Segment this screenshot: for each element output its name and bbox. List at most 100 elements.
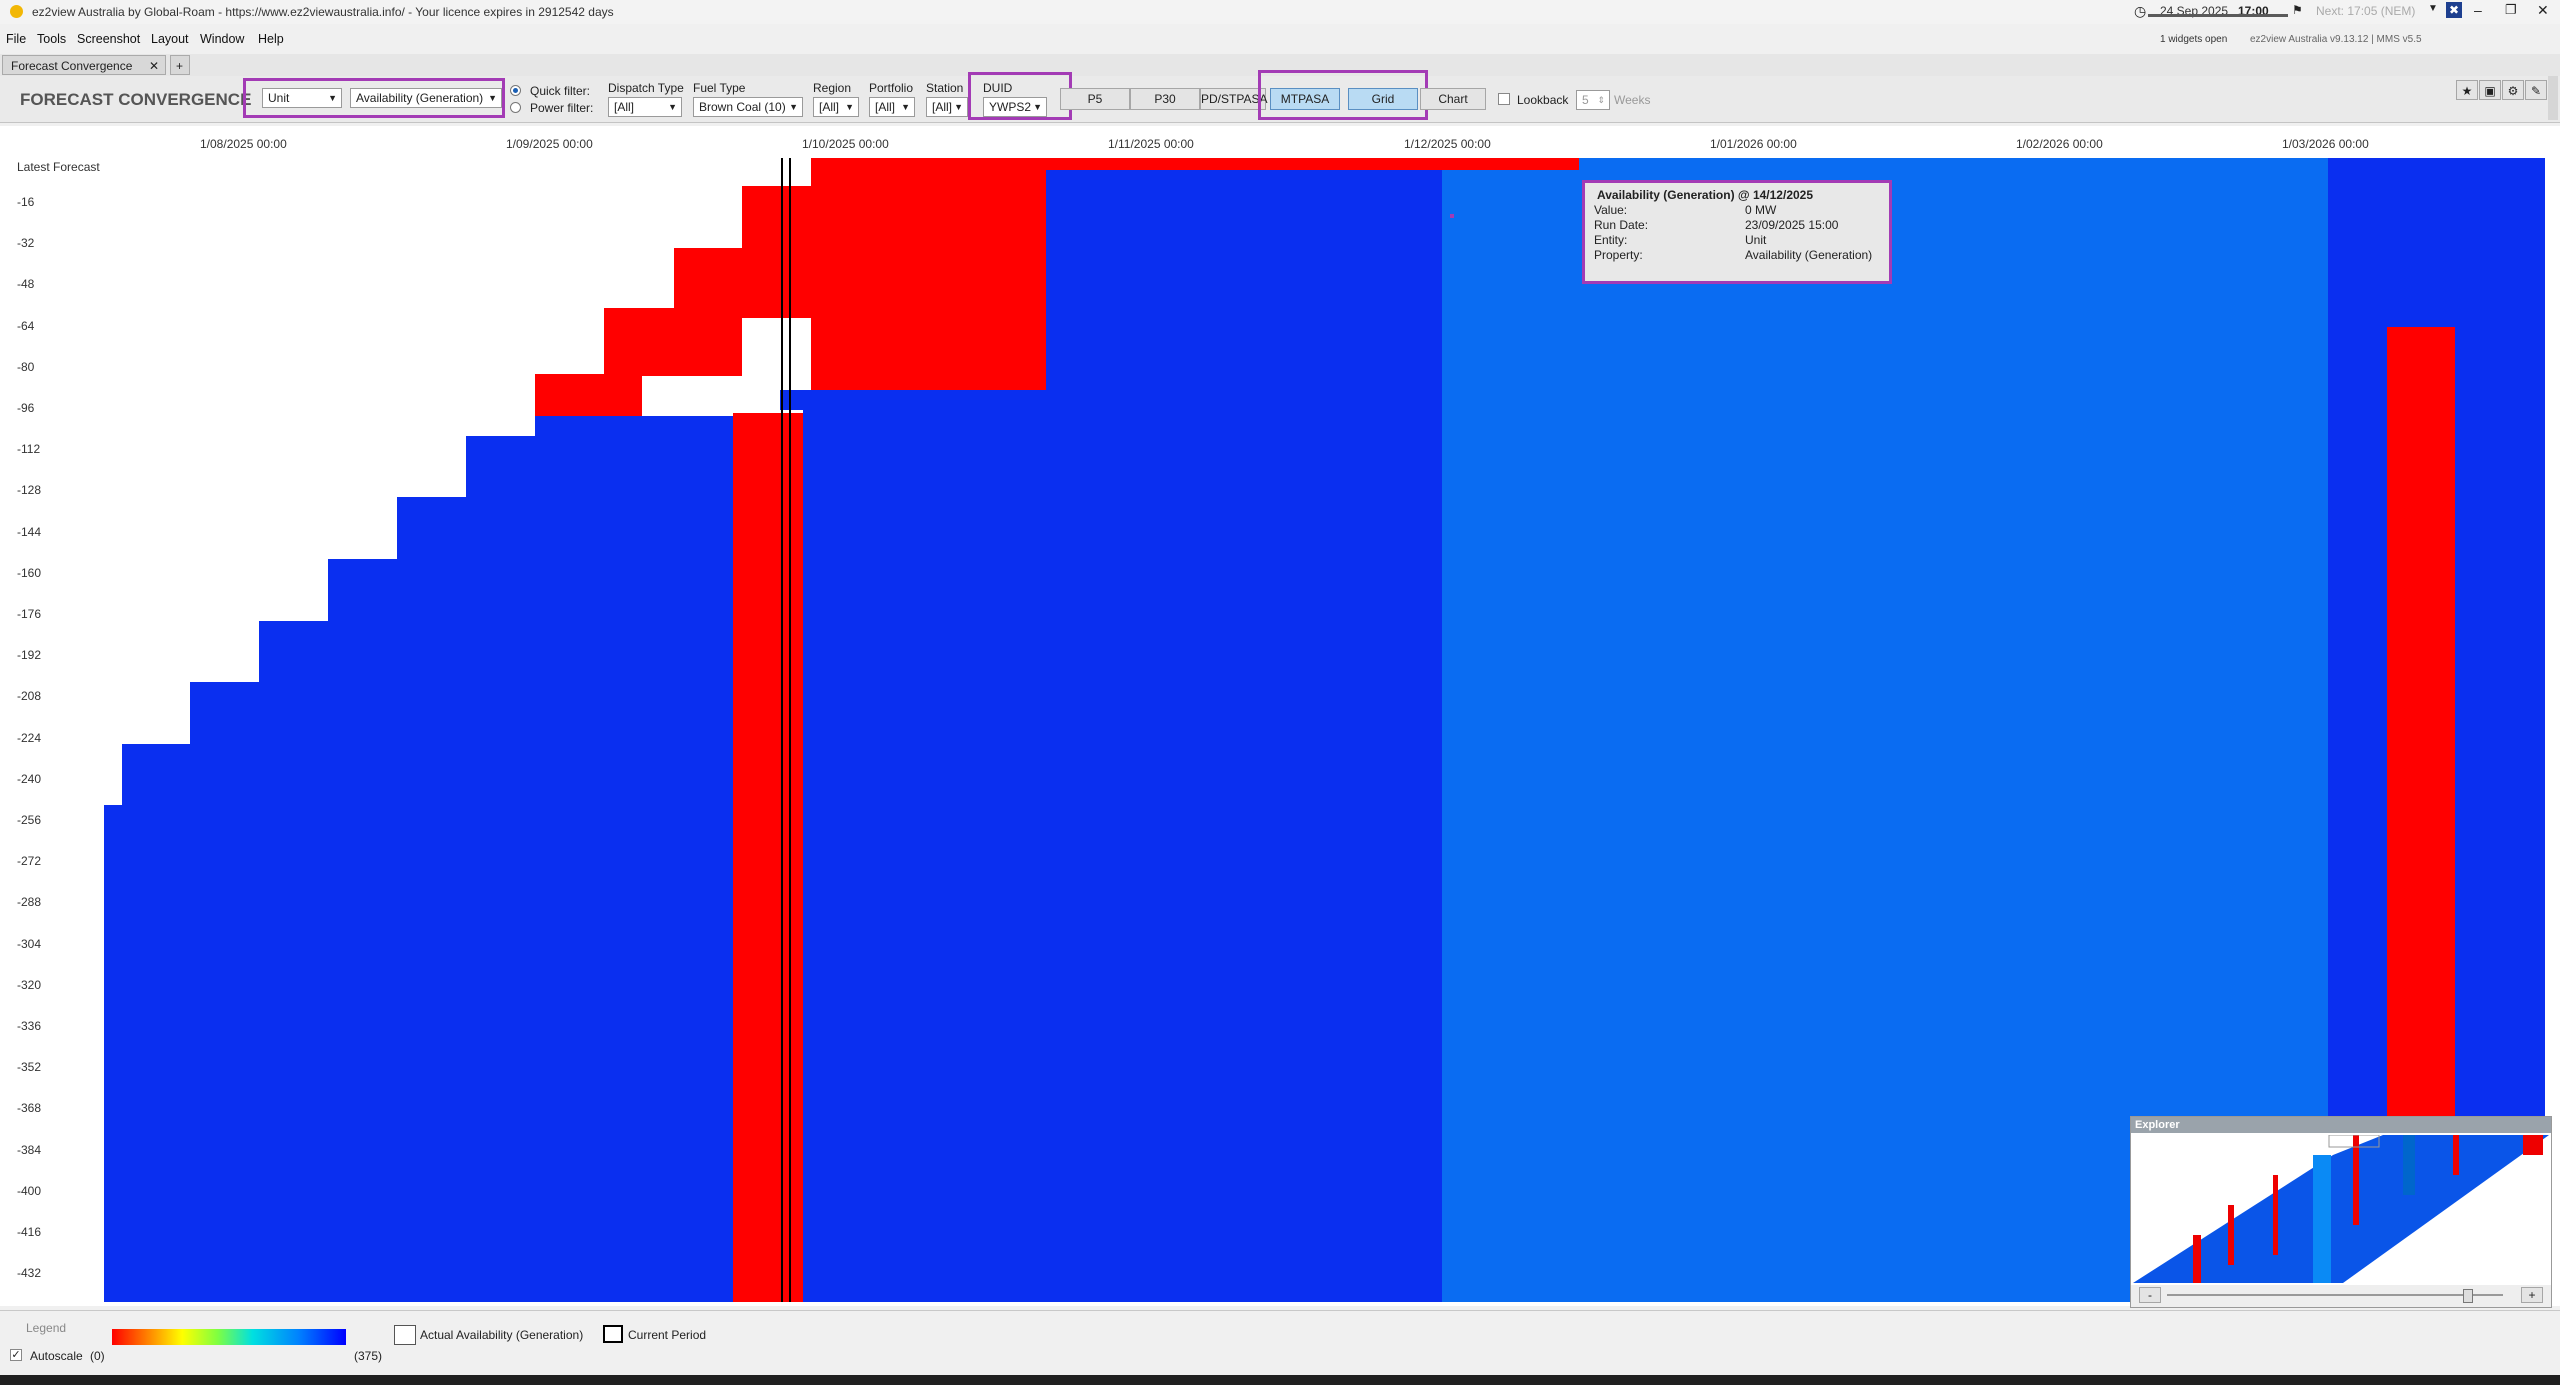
- tooltip-key: Entity:: [1594, 233, 1628, 247]
- x-tick-label: 1/11/2025 00:00: [1108, 137, 1194, 151]
- heatmap-cell[interactable]: [397, 497, 466, 1302]
- menu-file[interactable]: File: [6, 32, 26, 46]
- chevron-down-icon: ▼: [901, 102, 910, 112]
- menu-tools[interactable]: Tools: [37, 32, 66, 46]
- region-select[interactable]: [All] ▼: [813, 97, 859, 117]
- heatmap-cell[interactable]: [780, 390, 803, 410]
- current-period-line[interactable]: [781, 158, 783, 1302]
- current-period-line[interactable]: [789, 158, 791, 1302]
- camera-icon[interactable]: ▣: [2479, 80, 2501, 100]
- tooltip-value: Unit: [1745, 233, 1767, 247]
- legend-max: (375): [354, 1349, 383, 1363]
- heatmap-cell[interactable]: [811, 158, 1579, 170]
- heatmap-cell[interactable]: [328, 559, 397, 1302]
- heatmap-cell[interactable]: [1579, 158, 2328, 170]
- widget-title: FORECAST CONVERGENCE: [20, 90, 252, 109]
- fuel-type-select[interactable]: Brown Coal (10) ▼: [693, 97, 803, 117]
- quick-filter-radio[interactable]: [510, 85, 521, 96]
- heatmap-cell[interactable]: [104, 805, 122, 1302]
- menu-bar: File Tools Screenshot Layout Window Help…: [0, 28, 2560, 50]
- close-icon[interactable]: ✕: [2537, 2, 2549, 19]
- comment-icon[interactable]: ✎: [2525, 80, 2547, 100]
- minimize-icon[interactable]: –: [2474, 2, 2482, 18]
- heatmap-cell[interactable]: [535, 374, 642, 416]
- region-label: Region: [813, 81, 852, 95]
- heatmap-cell[interactable]: [190, 682, 259, 1302]
- station-select[interactable]: [All] ▼: [926, 97, 968, 117]
- heatmap-cell[interactable]: [122, 744, 190, 1302]
- autoscale-checkbox[interactable]: ✓: [10, 1349, 22, 1361]
- actual-availability-swatch[interactable]: [394, 1325, 416, 1345]
- pd-stpasa-button[interactable]: PD/STPASA: [1200, 88, 1267, 110]
- settings-gear-icon[interactable]: ⚙: [2502, 80, 2524, 100]
- favourite-star-icon[interactable]: ★: [2456, 80, 2478, 100]
- y-tick-label: -144: [17, 524, 42, 539]
- menu-layout[interactable]: Layout: [151, 32, 189, 46]
- heatmap-cell[interactable]: [850, 390, 1046, 1302]
- chart-button[interactable]: Chart: [1420, 88, 1486, 110]
- menu-help[interactable]: Help: [258, 32, 284, 46]
- clock-icon: ◷: [2134, 3, 2147, 19]
- restore-icon[interactable]: ❐: [2505, 2, 2517, 18]
- y-tick-label: -64: [17, 318, 35, 333]
- explorer-minimap[interactable]: [2133, 1135, 2549, 1283]
- tab-close-icon[interactable]: ✕: [149, 56, 159, 76]
- current-period-swatch[interactable]: [603, 1325, 623, 1343]
- zoom-slider-thumb[interactable]: [2463, 1289, 2473, 1303]
- spinner-icon: ⇕: [1597, 95, 1605, 105]
- y-tick-label: -288: [17, 895, 42, 910]
- x-tick-label: 1/10/2025 00:00: [802, 137, 889, 151]
- explorer-panel[interactable]: Explorer - +: [2130, 1116, 2552, 1308]
- toolbar-scrollbar[interactable]: [2548, 76, 2558, 120]
- p30-button[interactable]: P30: [1130, 88, 1200, 110]
- next-interval: Next: 17:05 (NEM): [2316, 4, 2416, 18]
- dispatch-type-label: Dispatch Type: [608, 81, 684, 95]
- p5-button[interactable]: P5: [1060, 88, 1130, 110]
- latest-forecast-label: Latest Forecast: [17, 160, 100, 174]
- y-tick-label: -256: [17, 813, 42, 827]
- heatmap-cell[interactable]: [466, 436, 535, 1302]
- heatmap-cell[interactable]: [545, 416, 733, 1302]
- y-tick-label: -368: [17, 1101, 42, 1116]
- y-tick-label: -160: [17, 565, 42, 580]
- flag-icon[interactable]: ⚑: [2292, 3, 2303, 17]
- heatmap-cell[interactable]: [742, 186, 812, 250]
- current-period-label: Current Period: [628, 1328, 707, 1342]
- y-tick-label: -304: [17, 936, 42, 951]
- heatmap-cell[interactable]: [535, 374, 545, 1302]
- heatmap-cell[interactable]: [1046, 170, 1442, 1302]
- heatmap-cell[interactable]: [733, 413, 803, 1302]
- tooltip-pointer[interactable]: [1450, 214, 1454, 218]
- legend-title: Legend: [26, 1321, 67, 1335]
- menu-screenshot[interactable]: Screenshot: [77, 32, 140, 46]
- version-info: ez2view Australia v9.13.12 | MMS v5.5: [2250, 34, 2422, 45]
- heatmap-cell[interactable]: [259, 621, 328, 1302]
- zoom-in-button[interactable]: +: [2521, 1287, 2543, 1303]
- tab-label: Forecast Convergence: [11, 59, 133, 73]
- power-filter-label: Power filter:: [530, 101, 594, 115]
- highlight-box-duid: [968, 72, 1072, 120]
- dispatch-type-select[interactable]: [All] ▼: [608, 97, 682, 117]
- next-dropdown-icon[interactable]: ▼: [2428, 3, 2438, 14]
- power-filter-radio[interactable]: [510, 102, 521, 113]
- app-logo-icon: [10, 5, 23, 18]
- menu-window[interactable]: Window: [200, 32, 244, 46]
- notification-icon[interactable]: ✖: [2446, 2, 2462, 18]
- title-bar: ez2view Australia by Global-Roam - https…: [0, 0, 2560, 24]
- lookback-weeks-input[interactable]: 5 ⇕: [1576, 90, 1610, 110]
- fuel-type-label: Fuel Type: [693, 81, 746, 95]
- heatmap-cell[interactable]: [803, 390, 850, 1302]
- zoom-out-button[interactable]: -: [2139, 1287, 2161, 1303]
- portfolio-select[interactable]: [All] ▼: [869, 97, 915, 117]
- y-tick-label: -192: [17, 648, 42, 663]
- taskbar-strip: [0, 1375, 2560, 1385]
- tooltip-key: Property:: [1594, 248, 1643, 262]
- zoom-slider-track[interactable]: [2167, 1294, 2503, 1296]
- add-tab-button[interactable]: +: [170, 55, 190, 75]
- y-tick-label: -176: [17, 607, 42, 621]
- heatmap-cell[interactable]: [811, 160, 1046, 390]
- autoscale-label: Autoscale: [30, 1349, 83, 1363]
- lookback-checkbox[interactable]: [1498, 93, 1510, 105]
- tab-forecast-convergence[interactable]: Forecast Convergence ✕: [2, 55, 166, 75]
- heatmap-cell[interactable]: [604, 308, 742, 376]
